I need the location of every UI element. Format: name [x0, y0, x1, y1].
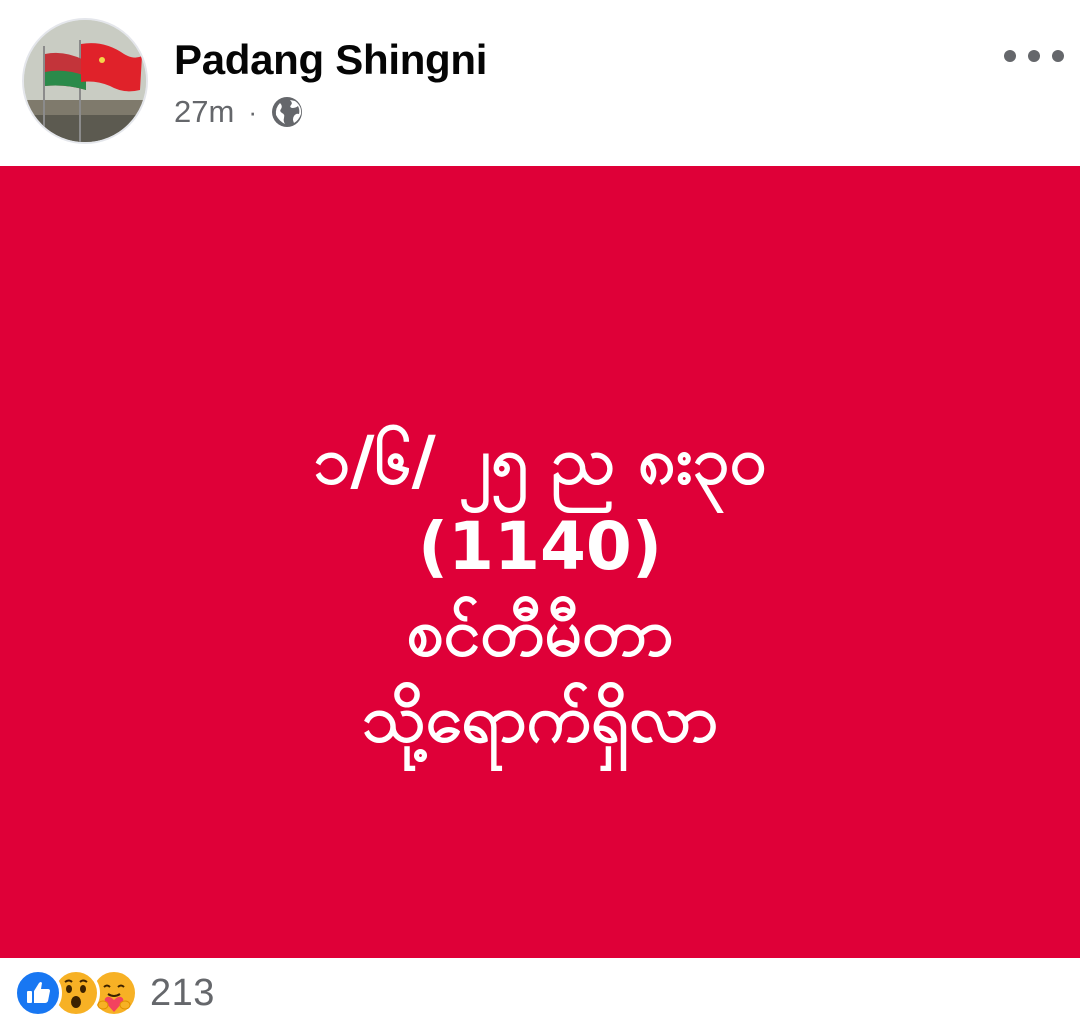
- more-options-icon-dot: [1004, 50, 1016, 62]
- post-text-line: (1140): [417, 508, 663, 585]
- post-text-line: ၁/၆/ ၂၅ ည ၈း၃၀: [313, 422, 767, 499]
- globe-icon[interactable]: [271, 96, 303, 128]
- post-timestamp[interactable]: 27m: [174, 94, 234, 130]
- post-card: Padang Shingni 27m · ၁/၆/ ၂၅ ည ၈း၃၀ (114…: [0, 0, 1080, 1023]
- more-options-icon-dot: [1052, 50, 1064, 62]
- reaction-count[interactable]: 213: [150, 972, 215, 1015]
- like-icon: [14, 969, 62, 1017]
- meta-separator: ·: [248, 96, 257, 127]
- avatar[interactable]: [22, 18, 148, 144]
- more-options-button[interactable]: [1004, 36, 1064, 76]
- text-post-card: ၁/၆/ ၂၅ ည ၈း၃၀ (1140) စင်တီမီတာ သို့ရောက…: [0, 166, 1080, 958]
- avatar-flags-image: [24, 20, 146, 142]
- post-meta: 27m ·: [174, 92, 303, 132]
- post-header: Padang Shingni 27m ·: [0, 0, 1080, 166]
- post-text-line: စင်တီမီတာ: [406, 594, 674, 671]
- reactions-summary[interactable]: 213: [14, 968, 215, 1018]
- author-name[interactable]: Padang Shingni: [174, 36, 487, 84]
- more-options-icon-dot: [1028, 50, 1040, 62]
- post-text-line: သို့ရောက်ရှိလာ: [361, 680, 719, 757]
